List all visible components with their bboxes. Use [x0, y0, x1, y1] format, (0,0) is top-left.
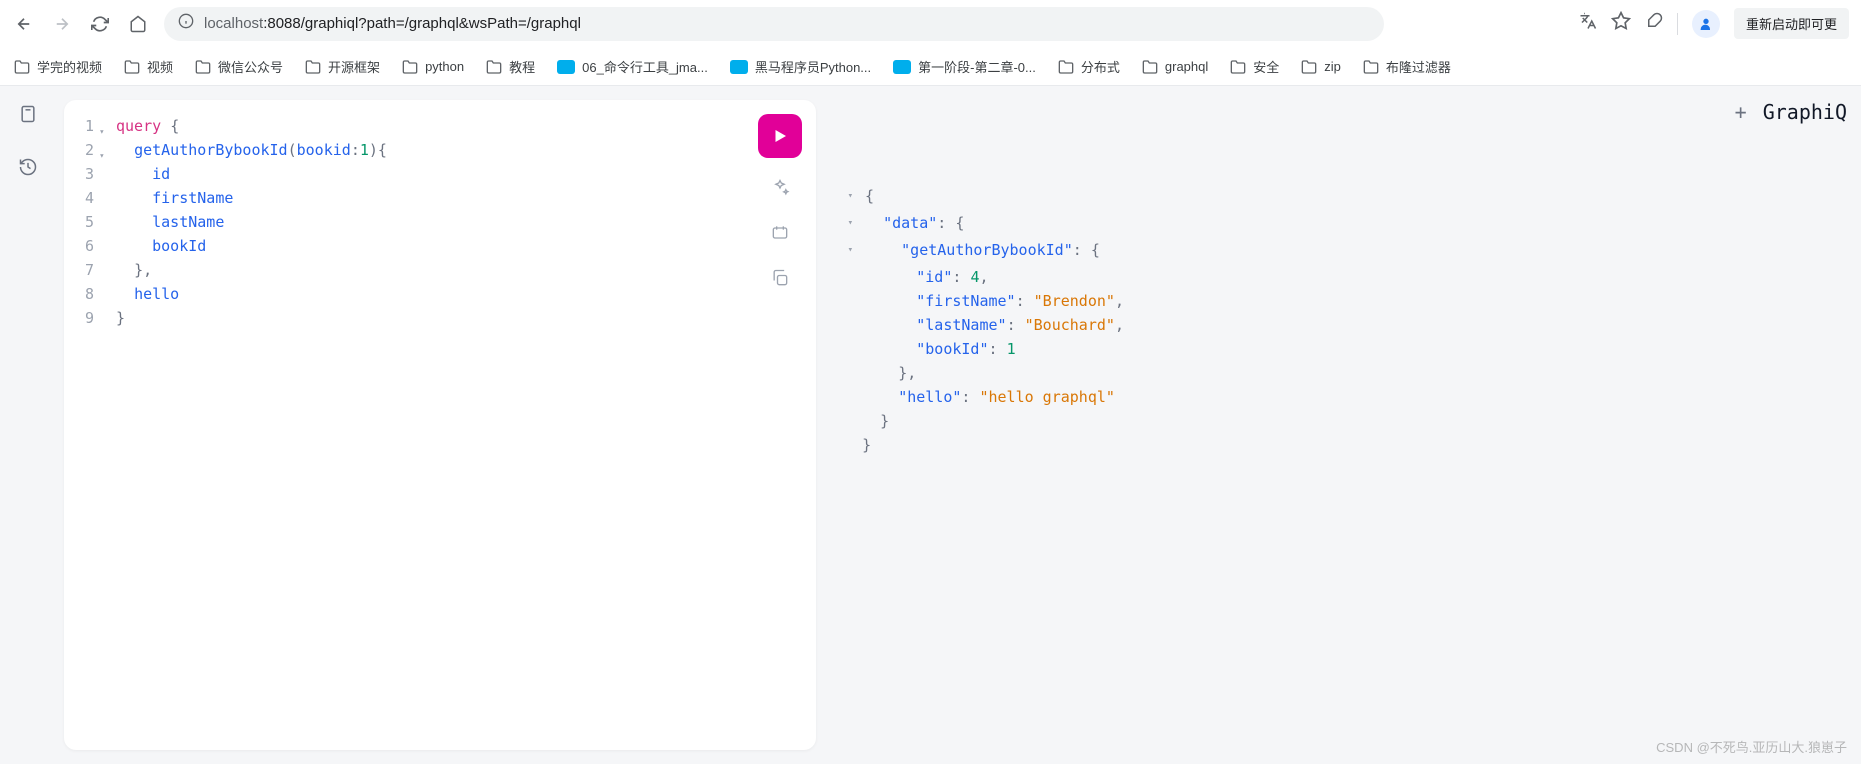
bilibili-icon: [730, 60, 748, 74]
extensions-icon[interactable]: [1645, 12, 1663, 35]
translate-icon[interactable]: [1579, 12, 1597, 35]
code-editor[interactable]: query { getAuthorBybookId(bookid:1){ id …: [102, 100, 816, 750]
line-gutter: 1 2 3 4 5 6 7 8 9: [64, 100, 102, 750]
line-number: 1: [64, 114, 94, 138]
bookmark-item[interactable]: 学完的视频: [14, 57, 102, 76]
profile-icon[interactable]: [1692, 10, 1720, 38]
address-bar[interactable]: localhost:8088/graphiql?path=/graphql&ws…: [164, 7, 1384, 41]
bookmark-label: 微信公众号: [218, 57, 283, 76]
reload-button[interactable]: [88, 12, 112, 36]
prettify-icon[interactable]: [770, 178, 790, 203]
bookmark-item[interactable]: 教程: [486, 57, 535, 76]
bookmark-item[interactable]: 分布式: [1058, 57, 1120, 76]
bookmark-item[interactable]: 安全: [1230, 57, 1279, 76]
copy-icon[interactable]: [770, 268, 790, 293]
browser-toolbar: localhost:8088/graphiql?path=/graphql&ws…: [0, 0, 1861, 48]
bookmark-label: 布隆过滤器: [1386, 57, 1451, 76]
add-tab-icon[interactable]: +: [1735, 100, 1747, 124]
bookmark-item[interactable]: python: [402, 59, 464, 75]
bookmark-item[interactable]: 黑马程序员Python...: [730, 57, 871, 76]
logo-text: GraphiQ: [1763, 100, 1847, 124]
merge-icon[interactable]: [770, 223, 790, 248]
line-number: 8: [64, 282, 94, 306]
separator: [1677, 13, 1678, 35]
bookmark-label: 视频: [147, 57, 173, 76]
forward-button[interactable]: [50, 12, 74, 36]
update-button[interactable]: 重新启动即可更: [1734, 8, 1849, 39]
bookmark-item[interactable]: 布隆过滤器: [1363, 57, 1451, 76]
docs-icon[interactable]: [18, 104, 38, 129]
watermark: CSDN @不死鸟.亚历山大.狼崽子: [1656, 737, 1847, 756]
editor-actions: [758, 114, 802, 293]
bookmark-item[interactable]: 第一阶段-第二章-0...: [893, 57, 1036, 76]
main-area: 1 2 3 4 5 6 7 8 9 query { getAuthorByboo…: [0, 86, 1861, 764]
bookmark-item[interactable]: 开源框架: [305, 57, 380, 76]
execute-button[interactable]: [758, 114, 802, 158]
bilibili-icon: [893, 60, 911, 74]
bookmark-label: 第一阶段-第二章-0...: [918, 57, 1036, 76]
bookmark-item[interactable]: 06_命令行工具_jma...: [557, 57, 708, 76]
url-text: localhost:8088/graphiql?path=/graphql&ws…: [204, 15, 581, 32]
response-panel: + GraphiQ ▸ { ▸ "data": { ▸ "getAuthorBy…: [824, 86, 1861, 764]
line-number: 3: [64, 162, 94, 186]
bookmark-item[interactable]: graphql: [1142, 59, 1208, 75]
back-button[interactable]: [12, 12, 36, 36]
bookmark-label: 分布式: [1081, 57, 1120, 76]
line-number: 4: [64, 186, 94, 210]
bookmark-label: 06_命令行工具_jma...: [582, 57, 708, 76]
bookmark-label: graphql: [1165, 59, 1208, 74]
line-number: 6: [64, 234, 94, 258]
line-number: 5: [64, 210, 94, 234]
bookmark-item[interactable]: zip: [1301, 59, 1341, 75]
bookmark-label: python: [425, 59, 464, 74]
bookmark-item[interactable]: 微信公众号: [195, 57, 283, 76]
bookmark-label: 安全: [1253, 57, 1279, 76]
bookmark-label: 学完的视频: [37, 57, 102, 76]
left-sidebar: [0, 86, 56, 764]
star-icon[interactable]: [1611, 11, 1631, 36]
line-number: 9: [64, 306, 94, 330]
bookmark-label: zip: [1324, 59, 1341, 74]
bookmarks-bar: 学完的视频 视频 微信公众号 开源框架 python 教程 06_命令行工具_j…: [0, 48, 1861, 86]
bilibili-icon: [557, 60, 575, 74]
bookmark-label: 黑马程序员Python...: [755, 57, 871, 76]
right-header: + GraphiQ: [1735, 100, 1847, 124]
site-info-icon[interactable]: [178, 13, 194, 34]
bookmark-label: 开源框架: [328, 57, 380, 76]
history-icon[interactable]: [18, 157, 38, 182]
query-editor-panel: 1 2 3 4 5 6 7 8 9 query { getAuthorByboo…: [64, 100, 816, 750]
home-button[interactable]: [126, 12, 150, 36]
line-number: 7: [64, 258, 94, 282]
line-number: 2: [64, 138, 94, 162]
bookmark-label: 教程: [509, 57, 535, 76]
bookmark-item[interactable]: 视频: [124, 57, 173, 76]
